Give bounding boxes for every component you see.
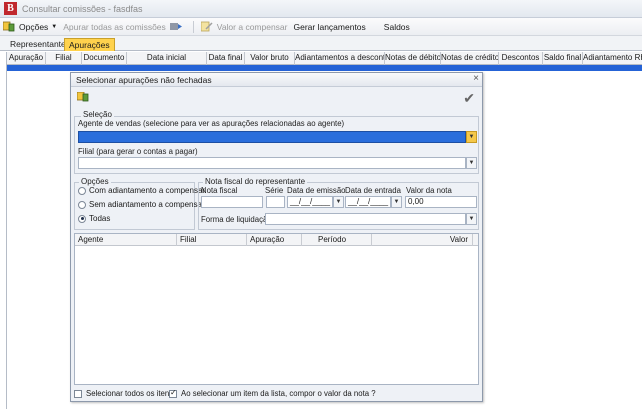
radio-label: Com adiantamento a compensar xyxy=(89,186,206,195)
col-apuracao[interactable]: Apuração xyxy=(7,52,46,65)
col-valor[interactable]: Valor xyxy=(372,234,473,246)
toolbar-separator xyxy=(192,20,194,33)
title-bar: B Consultar comissões - fasdfas xyxy=(0,0,642,18)
saldos-button[interactable]: Saldos xyxy=(381,19,413,35)
list-header: Agente Filial Apuração Período Valor xyxy=(75,234,478,246)
select-all-label: Selecionar todos os itens xyxy=(86,389,174,398)
agente-field[interactable] xyxy=(78,131,466,143)
options-label: Opções xyxy=(19,21,49,32)
nota-fiscal-input[interactable] xyxy=(201,196,263,208)
col-descontos[interactable]: Descontos xyxy=(499,52,543,65)
col-notas-credito[interactable]: Notas de crédito xyxy=(441,52,499,65)
close-icon[interactable]: × xyxy=(473,73,479,84)
radio-label: Sem adiantamento a compensar xyxy=(89,200,205,209)
col-valor-bruto[interactable]: Valor bruto xyxy=(245,52,295,65)
valor-nota-input[interactable]: 0,00 xyxy=(405,196,477,208)
serie-input[interactable] xyxy=(266,196,285,208)
col-data-final[interactable]: Data final xyxy=(207,52,245,65)
nota-group-label: Nota fiscal do representante xyxy=(203,177,308,186)
filial-field[interactable] xyxy=(78,157,466,169)
data-emissao-input[interactable]: __/__/____ xyxy=(287,196,333,208)
tab-strip: Representantes Apurações xyxy=(0,36,642,51)
data-emissao-dropdown-button[interactable]: ▼ xyxy=(333,196,344,208)
gerar-lancamentos-button[interactable]: Gerar lançamentos xyxy=(291,19,369,35)
valor-compensar-label: Valor a compensar xyxy=(216,21,288,32)
options-icon[interactable] xyxy=(77,92,89,102)
calculate-icon xyxy=(169,23,182,30)
col-notas-debito[interactable]: Notas de débito xyxy=(385,52,441,65)
forma-liquidacao-dropdown-button[interactable]: ▼ xyxy=(466,213,477,225)
forma-liquidacao-label: Forma de liquidação xyxy=(201,215,272,224)
radio-indicator xyxy=(78,214,86,223)
col-agente[interactable]: Agente xyxy=(75,234,177,246)
col-adiantamento-rh[interactable]: Adiantamento RH xyxy=(583,52,642,65)
col-saldo-final[interactable]: Saldo final xyxy=(543,52,583,65)
filial-dropdown-button[interactable]: ▼ xyxy=(466,157,477,169)
apuracoes-list[interactable]: Agente Filial Apuração Período Valor xyxy=(74,233,479,385)
toolbar: Opções ▼ Apurar todas as comissões Valor… xyxy=(0,18,642,36)
dialog-title-bar: Selecionar apurações não fechadas × xyxy=(71,73,482,87)
col-periodo[interactable]: Período xyxy=(302,234,372,246)
saldos-label: Saldos xyxy=(383,21,410,32)
edit-icon xyxy=(200,21,213,32)
chevron-down-icon: ▼ xyxy=(51,23,58,30)
selecao-label: Seleção xyxy=(81,110,114,119)
window-title: Consultar comissões - fasdfas xyxy=(22,3,143,14)
col-documento[interactable]: Documento xyxy=(82,52,127,65)
radio-indicator xyxy=(78,186,86,195)
forma-liquidacao-field[interactable] xyxy=(265,213,466,225)
col-data-inicial[interactable]: Data inicial xyxy=(127,52,207,65)
radio-sem-adiantamento[interactable]: Sem adiantamento a compensar xyxy=(78,200,205,209)
radio-com-adiantamento[interactable]: Com adiantamento a compensar xyxy=(78,186,205,195)
options-icon xyxy=(3,21,15,32)
tab-apuracoes[interactable]: Apurações xyxy=(64,38,115,51)
radio-todas[interactable]: Todas xyxy=(78,214,110,223)
selected-row[interactable] xyxy=(7,65,642,71)
compor-label: Ao selecionar um item da lista, compor o… xyxy=(181,389,376,398)
confirm-check-icon[interactable]: ✔ xyxy=(463,90,475,107)
serie-label: Série xyxy=(265,186,284,195)
col-adiantamentos[interactable]: Adiantamentos a descontar xyxy=(295,52,385,65)
radio-indicator xyxy=(78,200,86,209)
col-filial[interactable]: Filial xyxy=(46,52,82,65)
grid-header: Apuração Filial Documento Data inicial D… xyxy=(7,52,642,65)
options-menu-button[interactable]: Opções ▼ xyxy=(0,19,60,35)
agente-dropdown-button[interactable]: ▼ xyxy=(466,131,477,143)
data-emissao-label: Data de emissão xyxy=(287,186,346,195)
app-logo: B xyxy=(4,2,17,15)
checkbox-indicator xyxy=(169,388,177,398)
apurar-todas-button[interactable]: Apurar todas as comissões xyxy=(60,19,189,35)
valor-nota-label: Valor da nota xyxy=(406,186,452,195)
valor-compensar-button[interactable]: Valor a compensar xyxy=(198,19,291,35)
select-all-checkbox[interactable]: Selecionar todos os itens xyxy=(74,389,173,398)
dialog-toolbar: ✔ xyxy=(71,87,482,107)
nota-fiscal-label: Nota fiscal xyxy=(201,186,238,195)
col-filial[interactable]: Filial xyxy=(177,234,247,246)
data-entrada-input[interactable]: __/__/____ xyxy=(345,196,391,208)
dialog-title: Selecionar apurações não fechadas xyxy=(76,75,212,85)
radio-label: Todas xyxy=(89,214,111,223)
data-entrada-dropdown-button[interactable]: ▼ xyxy=(391,196,402,208)
selecionar-apuracoes-dialog: Selecionar apurações não fechadas × ✔ Se… xyxy=(70,72,483,402)
gerar-label: Gerar lançamentos xyxy=(293,21,366,32)
opcoes-label: Opções xyxy=(79,177,111,186)
checkbox-indicator xyxy=(74,389,82,398)
col-apuracao[interactable]: Apuração xyxy=(247,234,302,246)
data-entrada-label: Data de entrada xyxy=(345,186,401,195)
agente-label: Agente de vendas (selecione para ver as … xyxy=(78,119,345,128)
apurar-label: Apurar todas as comissões xyxy=(63,21,166,32)
compor-valor-checkbox[interactable]: Ao selecionar um item da lista, compor o… xyxy=(169,388,376,398)
filial-label: Filial (para gerar o contas a pagar) xyxy=(78,147,198,156)
